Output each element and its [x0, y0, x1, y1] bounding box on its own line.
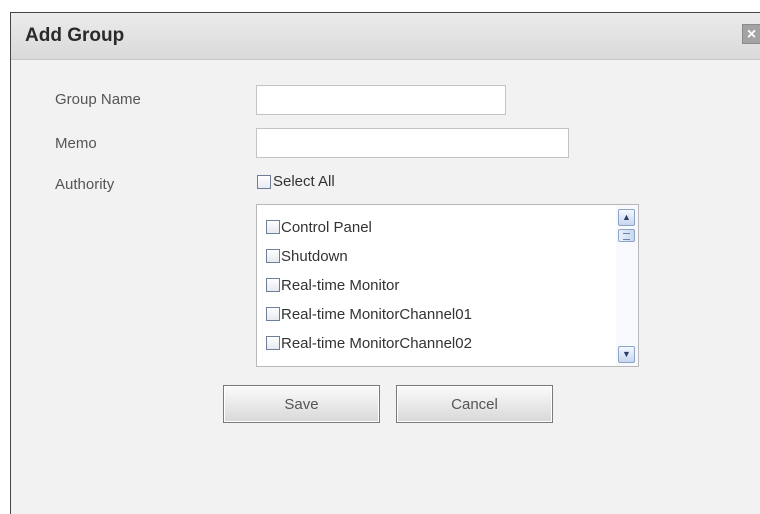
close-icon[interactable]: × — [742, 24, 760, 44]
list-item-label: Real-time Monitor — [281, 276, 400, 294]
checkbox[interactable] — [266, 336, 280, 350]
list-item-label: Shutdown — [281, 247, 348, 265]
checkbox[interactable] — [266, 278, 280, 292]
authority-item-shutdown[interactable]: Shutdown — [266, 246, 348, 266]
scroll-up-icon[interactable]: ▲ — [618, 209, 635, 226]
authority-item-realtime-monitor-channel02[interactable]: Real-time MonitorChannel02 — [266, 333, 472, 353]
checkbox[interactable] — [266, 249, 280, 263]
cancel-button[interactable]: Cancel — [396, 385, 553, 423]
list-item-label: Control Panel — [281, 218, 372, 236]
scrollbar-thumb[interactable] — [618, 229, 635, 242]
authority-item-control-panel[interactable]: Control Panel — [266, 217, 372, 237]
listbox-scrollbar[interactable]: ▲ ▼ — [616, 205, 638, 366]
dialog-title: Add Group — [25, 25, 125, 46]
select-all-option[interactable]: Select All — [257, 173, 335, 190]
list-item-label: Real-time MonitorChannel01 — [281, 305, 472, 323]
select-all-checkbox[interactable] — [257, 174, 271, 189]
authority-listbox[interactable]: Control Panel Shutdown Real-time Monitor… — [256, 204, 639, 367]
group-name-input[interactable] — [256, 85, 506, 115]
add-group-dialog: Add Group × Group Name Memo Authority Se… — [10, 12, 760, 514]
memo-label: Memo — [55, 135, 97, 152]
memo-input[interactable] — [256, 128, 569, 158]
authority-label: Authority — [55, 176, 115, 193]
save-button[interactable]: Save — [223, 385, 380, 423]
checkbox[interactable] — [266, 220, 280, 234]
dialog-titlebar: Add Group × — [11, 13, 760, 60]
group-name-label: Group Name — [55, 91, 141, 108]
scroll-down-icon[interactable]: ▼ — [618, 346, 635, 363]
select-all-label: Select All — [273, 173, 335, 190]
authority-item-realtime-monitor-channel01[interactable]: Real-time MonitorChannel01 — [266, 304, 472, 324]
list-item-label: Real-time MonitorChannel02 — [281, 334, 472, 352]
checkbox[interactable] — [266, 307, 280, 321]
authority-item-realtime-monitor[interactable]: Real-time Monitor — [266, 275, 399, 295]
